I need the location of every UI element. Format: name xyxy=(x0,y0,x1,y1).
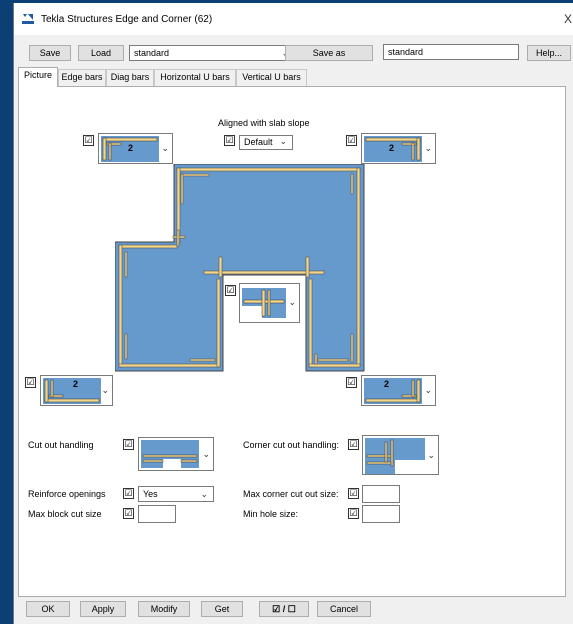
chevron-down-icon: ⌄ xyxy=(424,143,432,153)
cut-out-handling-checkbox[interactable]: ☑ xyxy=(123,439,134,450)
top-left-checkbox[interactable]: ☑ xyxy=(83,135,94,146)
top-right-count: 2 xyxy=(389,143,395,153)
bottom-left-corner-select[interactable]: 2 ⌄ xyxy=(40,375,113,406)
center-corner-select[interactable]: ⌄ xyxy=(239,283,300,323)
chevron-down-icon: ⌄ xyxy=(202,449,210,459)
max-corner-cut-out-input[interactable] xyxy=(362,485,400,503)
bottom-right-count: 2 xyxy=(384,379,390,389)
aligned-select[interactable]: Default ⌄ xyxy=(239,135,293,150)
max-corner-cut-out-checkbox[interactable]: ☑ xyxy=(348,488,359,499)
cut-out-handling-label: Cut out handling xyxy=(28,440,94,450)
chevron-down-icon: ⌄ xyxy=(200,489,208,499)
chevron-down-icon: ⌄ xyxy=(101,385,109,395)
tab-horizontal-u-bars[interactable]: Horizontal U bars xyxy=(154,69,236,86)
cancel-button[interactable]: Cancel xyxy=(317,601,371,617)
title-bar: Tekla Structures Edge and Corner (62) X xyxy=(14,3,573,35)
toggle-all-button[interactable]: ☑ / ☐ xyxy=(259,601,309,617)
max-block-cut-label: Max block cut size xyxy=(28,509,102,519)
top-right-corner-select[interactable]: 2 ⌄ xyxy=(361,133,436,164)
tab-vertical-u-bars[interactable]: Vertical U bars xyxy=(236,69,307,86)
tab-diag-bars[interactable]: Diag bars xyxy=(106,69,154,86)
min-hole-label: Min hole size: xyxy=(243,509,299,519)
reinforce-openings-select[interactable]: Yes ⌄ xyxy=(138,486,214,502)
corner-pattern-icon xyxy=(242,288,286,318)
top-left-corner-select[interactable]: 2 ⌄ xyxy=(98,133,173,164)
save-button[interactable]: Save xyxy=(29,45,71,61)
modify-button[interactable]: Modify xyxy=(138,601,190,617)
preset-select[interactable]: standard ⌄ xyxy=(129,45,295,61)
max-block-cut-input[interactable] xyxy=(138,505,176,523)
preset-value: standard xyxy=(134,48,170,58)
save-as-input[interactable]: standard xyxy=(383,44,519,60)
min-hole-input[interactable] xyxy=(362,505,400,523)
chevron-down-icon: ⌄ xyxy=(288,297,296,307)
aligned-label: Aligned with slab slope xyxy=(218,118,310,128)
chevron-down-icon: ⌄ xyxy=(427,450,435,460)
aligned-checkbox[interactable]: ☑ xyxy=(224,135,235,146)
cut-out-pattern-icon xyxy=(141,440,199,468)
chevron-down-icon: ⌄ xyxy=(424,385,432,395)
reinforce-openings-label: Reinforce openings xyxy=(28,489,106,499)
bottom-left-count: 2 xyxy=(73,379,79,389)
apply-button[interactable]: Apply xyxy=(80,601,126,617)
center-checkbox[interactable]: ☑ xyxy=(225,285,236,296)
help-button[interactable]: Help... xyxy=(527,45,571,61)
max-block-cut-checkbox[interactable]: ☑ xyxy=(123,508,134,519)
reinforce-openings-value: Yes xyxy=(143,489,158,499)
picture-panel: Aligned with slab slope ☑ Default ⌄ ☑ 2 … xyxy=(18,86,566,597)
top-left-count: 2 xyxy=(128,143,134,153)
corner-cut-out-handling-select[interactable]: ⌄ xyxy=(362,435,439,475)
chevron-down-icon: ⌄ xyxy=(161,143,169,153)
ok-button[interactable]: OK xyxy=(26,601,70,617)
corner-cut-out-handling-checkbox[interactable]: ☑ xyxy=(348,439,359,450)
reinforce-openings-checkbox[interactable]: ☑ xyxy=(123,488,134,499)
get-button[interactable]: Get xyxy=(201,601,243,617)
tab-picture[interactable]: Picture xyxy=(18,67,58,87)
tab-edge-bars[interactable]: Edge bars xyxy=(58,69,106,86)
corner-cut-out-handling-label: Corner cut out handling: xyxy=(243,440,340,450)
window-title: Tekla Structures Edge and Corner (62) xyxy=(41,14,213,25)
slab-diagram xyxy=(115,164,365,372)
bottom-right-checkbox[interactable]: ☑ xyxy=(346,377,357,388)
tekla-app-icon xyxy=(22,13,34,24)
dialog-window: Tekla Structures Edge and Corner (62) X … xyxy=(13,3,573,624)
aligned-value: Default xyxy=(244,137,273,147)
chevron-down-icon: ⌄ xyxy=(279,136,287,146)
corner-pattern-icon xyxy=(364,378,422,404)
corner-cut-out-pattern-icon xyxy=(365,438,425,474)
max-corner-cut-out-label: Max corner cut out size: xyxy=(243,489,339,499)
bottom-left-checkbox[interactable]: ☑ xyxy=(25,377,36,388)
min-hole-checkbox[interactable]: ☑ xyxy=(348,508,359,519)
save-as-button[interactable]: Save as xyxy=(285,45,373,61)
cut-out-handling-select[interactable]: ⌄ xyxy=(138,437,214,471)
load-button[interactable]: Load xyxy=(78,45,124,61)
close-icon[interactable]: X xyxy=(564,12,572,26)
top-right-checkbox[interactable]: ☑ xyxy=(346,135,357,146)
corner-pattern-icon xyxy=(43,378,101,404)
bottom-right-corner-select[interactable]: 2 ⌄ xyxy=(361,375,436,406)
